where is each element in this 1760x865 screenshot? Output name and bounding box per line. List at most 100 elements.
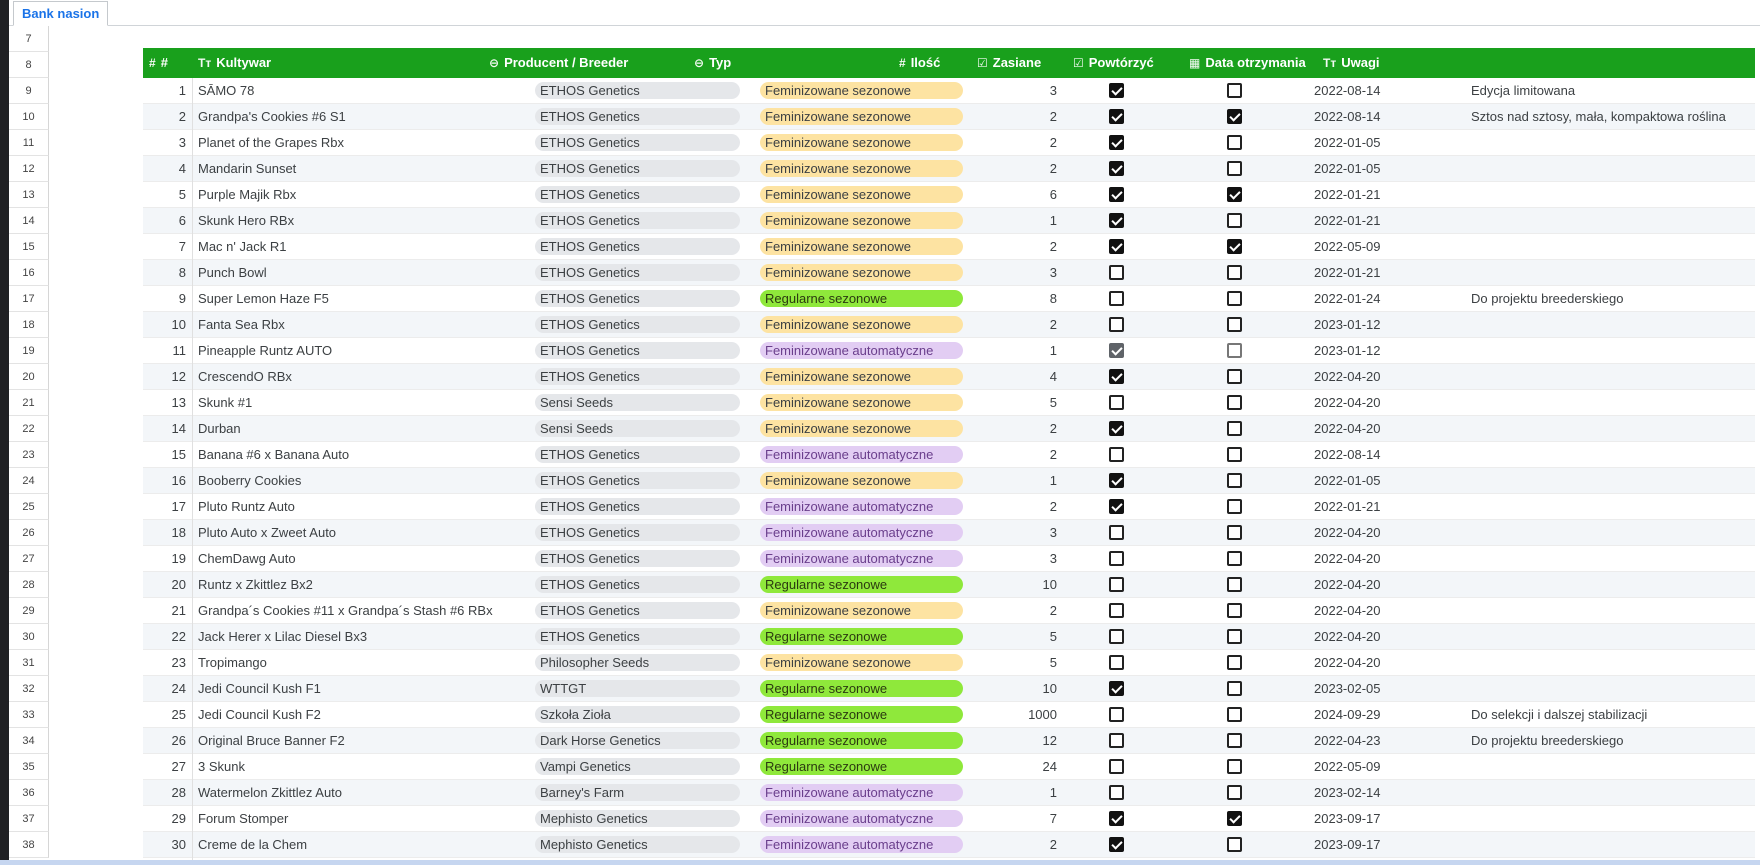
uwagi-cell[interactable]: Do projektu breederskiego: [1471, 728, 1751, 754]
ilosc-cell[interactable]: 1: [979, 338, 1057, 364]
powtorzyc-checkbox[interactable]: [1227, 837, 1242, 852]
kultywar-cell[interactable]: Pineapple Runtz AUTO: [198, 338, 528, 364]
powtorzyc-checkbox[interactable]: [1227, 161, 1242, 176]
row-index-cell[interactable]: 22: [143, 624, 193, 650]
row-number[interactable]: 10: [9, 104, 49, 130]
powtorzyc-checkbox[interactable]: [1227, 655, 1242, 670]
uwagi-cell[interactable]: Edycja limitowana: [1471, 78, 1751, 104]
kultywar-cell[interactable]: Original Bruce Banner F2: [198, 728, 528, 754]
kultywar-cell[interactable]: SĀMO 78: [198, 78, 528, 104]
typ-cell[interactable]: Feminizowane sezonowe: [760, 390, 970, 416]
producent-cell[interactable]: ETHOS Genetics: [535, 234, 743, 260]
kultywar-cell[interactable]: Fanta Sea Rbx: [198, 312, 528, 338]
data-otrzymania-cell[interactable]: 2023-02-14: [1314, 780, 1454, 806]
ilosc-cell[interactable]: 3: [979, 78, 1057, 104]
kultywar-cell[interactable]: Booberry Cookies: [198, 468, 528, 494]
zasiane-checkbox[interactable]: [1109, 499, 1124, 514]
data-otrzymania-cell[interactable]: 2022-01-05: [1314, 130, 1454, 156]
row-number[interactable]: 12: [9, 156, 49, 182]
data-otrzymania-cell[interactable]: 2023-09-17: [1314, 832, 1454, 858]
producent-cell[interactable]: ETHOS Genetics: [535, 260, 743, 286]
kultywar-cell[interactable]: Pluto Runtz Auto: [198, 494, 528, 520]
powtorzyc-checkbox[interactable]: [1227, 759, 1242, 774]
kultywar-cell[interactable]: Grandpa´s Cookies #11 x Grandpa´s Stash …: [198, 598, 528, 624]
row-number[interactable]: 11: [9, 130, 49, 156]
powtorzyc-checkbox[interactable]: [1227, 239, 1242, 254]
producent-cell[interactable]: ETHOS Genetics: [535, 104, 743, 130]
uwagi-cell[interactable]: [1471, 832, 1751, 858]
uwagi-cell[interactable]: [1471, 676, 1751, 702]
producent-cell[interactable]: ETHOS Genetics: [535, 442, 743, 468]
data-otrzymania-cell[interactable]: 2022-01-05: [1314, 468, 1454, 494]
row-index-cell[interactable]: 29: [143, 806, 193, 832]
row-number[interactable]: 32: [9, 676, 49, 702]
zasiane-checkbox[interactable]: [1109, 239, 1124, 254]
powtorzyc-checkbox[interactable]: [1227, 629, 1242, 644]
typ-cell[interactable]: Feminizowane sezonowe: [760, 208, 970, 234]
row-number[interactable]: 37: [9, 806, 49, 832]
producent-cell[interactable]: ETHOS Genetics: [535, 286, 743, 312]
producent-cell[interactable]: ETHOS Genetics: [535, 338, 743, 364]
powtorzyc-checkbox[interactable]: [1227, 187, 1242, 202]
row-index-cell[interactable]: 16: [143, 468, 193, 494]
data-otrzymania-cell[interactable]: 2022-04-20: [1314, 624, 1454, 650]
row-number[interactable]: 8: [9, 52, 49, 78]
ilosc-cell[interactable]: 3: [979, 260, 1057, 286]
typ-cell[interactable]: Feminizowane sezonowe: [760, 416, 970, 442]
ilosc-cell[interactable]: 24: [979, 754, 1057, 780]
row-index-cell[interactable]: 1: [143, 78, 193, 104]
row-index-cell[interactable]: 18: [143, 520, 193, 546]
kultywar-cell[interactable]: Jack Herer x Lilac Diesel Bx3: [198, 624, 528, 650]
ilosc-cell[interactable]: 5: [979, 650, 1057, 676]
uwagi-cell[interactable]: [1471, 338, 1751, 364]
uwagi-cell[interactable]: [1471, 234, 1751, 260]
ilosc-cell[interactable]: 7: [979, 806, 1057, 832]
col-header-typ[interactable]: ⊖ Typ: [694, 48, 731, 78]
typ-cell[interactable]: Feminizowane sezonowe: [760, 598, 970, 624]
powtorzyc-checkbox[interactable]: [1227, 603, 1242, 618]
data-otrzymania-cell[interactable]: 2022-04-20: [1314, 650, 1454, 676]
powtorzyc-checkbox[interactable]: [1227, 135, 1242, 150]
row-index-cell[interactable]: 5: [143, 182, 193, 208]
zasiane-checkbox[interactable]: [1109, 317, 1124, 332]
ilosc-cell[interactable]: 2: [979, 598, 1057, 624]
uwagi-cell[interactable]: [1471, 806, 1751, 832]
ilosc-cell[interactable]: 2: [979, 442, 1057, 468]
row-index-cell[interactable]: 4: [143, 156, 193, 182]
ilosc-cell[interactable]: 3: [979, 546, 1057, 572]
uwagi-cell[interactable]: Sztos nad sztosy, mała, kompaktowa rośli…: [1471, 104, 1751, 130]
data-otrzymania-cell[interactable]: 2022-01-21: [1314, 260, 1454, 286]
producent-cell[interactable]: ETHOS Genetics: [535, 130, 743, 156]
uwagi-cell[interactable]: [1471, 416, 1751, 442]
row-number[interactable]: 7: [9, 26, 49, 52]
typ-cell[interactable]: Feminizowane automatyczne: [760, 832, 970, 858]
row-index-cell[interactable]: 12: [143, 364, 193, 390]
row-index-cell[interactable]: 26: [143, 728, 193, 754]
powtorzyc-checkbox[interactable]: [1227, 265, 1242, 280]
powtorzyc-checkbox[interactable]: [1227, 681, 1242, 696]
data-otrzymania-cell[interactable]: 2022-04-20: [1314, 364, 1454, 390]
powtorzyc-checkbox[interactable]: [1227, 213, 1242, 228]
row-number[interactable]: 28: [9, 572, 49, 598]
powtorzyc-checkbox[interactable]: [1227, 447, 1242, 462]
powtorzyc-checkbox[interactable]: [1227, 421, 1242, 436]
typ-cell[interactable]: Feminizowane sezonowe: [760, 312, 970, 338]
powtorzyc-checkbox[interactable]: [1227, 83, 1242, 98]
kultywar-cell[interactable]: Durban: [198, 416, 528, 442]
typ-cell[interactable]: Feminizowane sezonowe: [760, 130, 970, 156]
kultywar-cell[interactable]: Runtz x Zkittlez Bx2: [198, 572, 528, 598]
uwagi-cell[interactable]: [1471, 182, 1751, 208]
typ-cell[interactable]: Regularne sezonowe: [760, 286, 970, 312]
producent-cell[interactable]: Philosopher Seeds: [535, 650, 743, 676]
data-otrzymania-cell[interactable]: 2022-08-14: [1314, 78, 1454, 104]
uwagi-cell[interactable]: [1471, 754, 1751, 780]
powtorzyc-checkbox[interactable]: [1227, 551, 1242, 566]
producent-cell[interactable]: Sensi Seeds: [535, 390, 743, 416]
typ-cell[interactable]: Feminizowane sezonowe: [760, 234, 970, 260]
uwagi-cell[interactable]: [1471, 546, 1751, 572]
row-index-cell[interactable]: 20: [143, 572, 193, 598]
zasiane-checkbox[interactable]: [1109, 577, 1124, 592]
data-otrzymania-cell[interactable]: 2022-01-05: [1314, 156, 1454, 182]
zasiane-checkbox[interactable]: [1109, 837, 1124, 852]
powtorzyc-checkbox[interactable]: [1227, 291, 1242, 306]
